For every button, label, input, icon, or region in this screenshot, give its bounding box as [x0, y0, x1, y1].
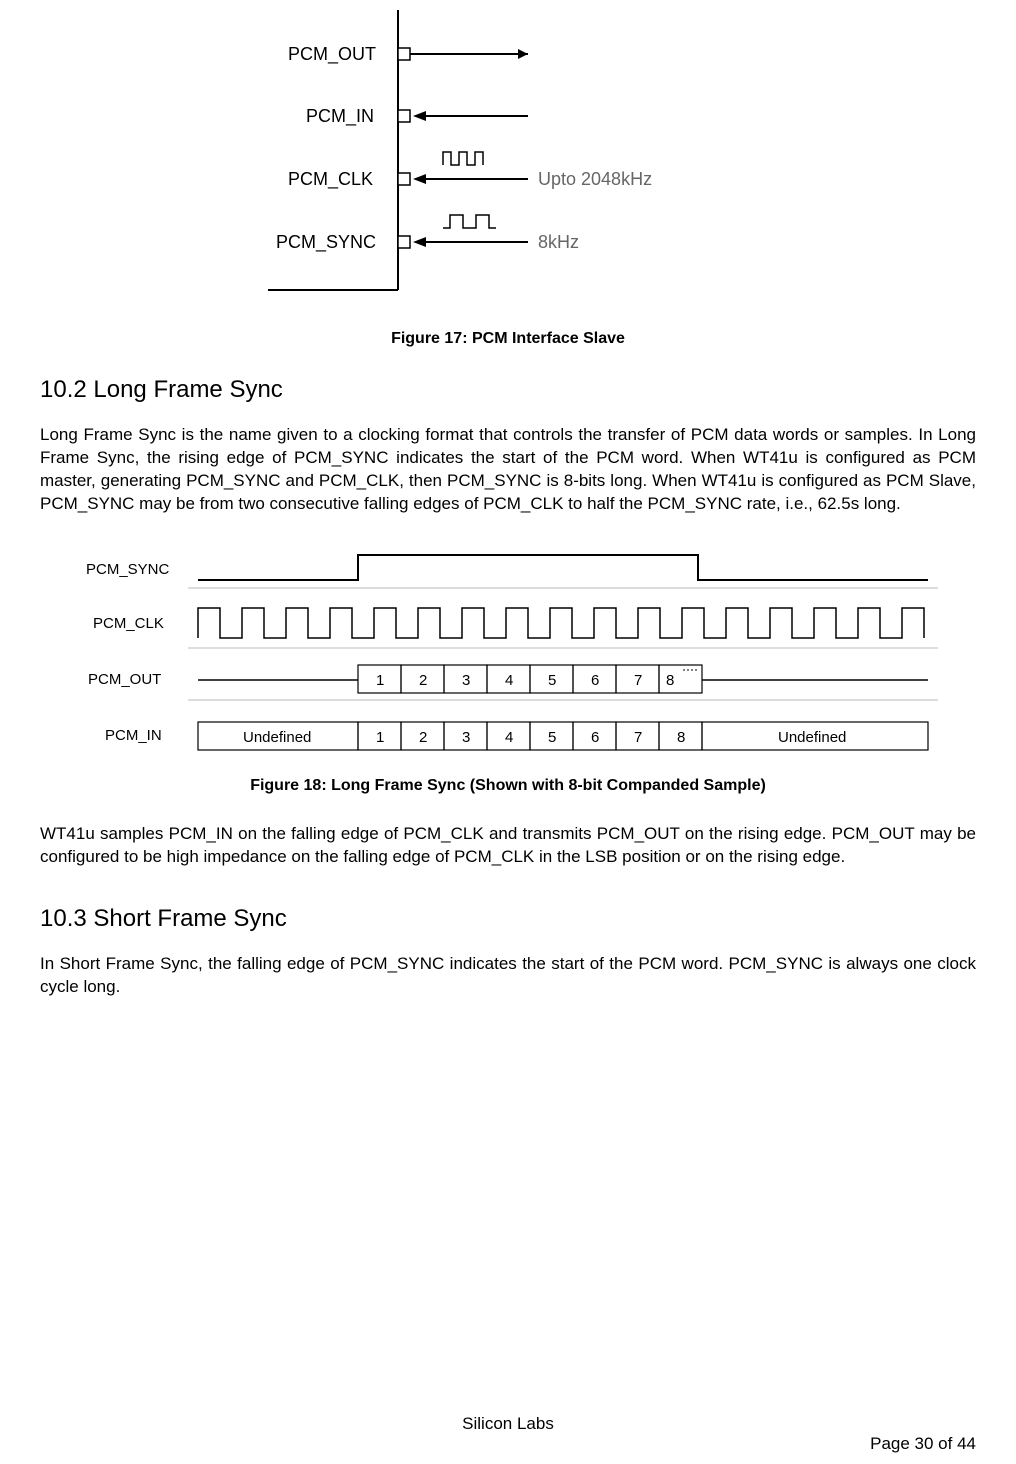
t-pcm-in: PCM_IN: [105, 727, 162, 744]
page-number: Page 30 of 44: [870, 1434, 976, 1454]
pcm-sync-rate: 8kHz: [538, 232, 579, 252]
bit: 6: [591, 672, 599, 689]
section-10-3-heading: 10.3 Short Frame Sync: [40, 905, 976, 933]
section-10-2-paragraph-1: Long Frame Sync is the name given to a c…: [40, 424, 976, 516]
bit: 5: [548, 672, 556, 689]
bit: 3: [462, 729, 470, 746]
bit: 5: [548, 729, 556, 746]
bit: 3: [462, 672, 470, 689]
bit: 4: [505, 729, 513, 746]
bit: 2: [419, 729, 427, 746]
figure-18-caption: Figure 18: Long Frame Sync (Shown with 8…: [40, 777, 976, 795]
pcm-clk-label: PCM_CLK: [288, 169, 373, 190]
footer-company: Silicon Labs: [0, 1414, 1016, 1434]
bit: 8: [666, 672, 674, 689]
bit: 1: [376, 672, 384, 689]
bit: 1: [376, 729, 384, 746]
section-10-3-paragraph-1: In Short Frame Sync, the falling edge of…: [40, 953, 976, 999]
t-pcm-out: PCM_OUT: [88, 671, 161, 688]
figure-17-caption: Figure 17: PCM Interface Slave: [40, 330, 976, 348]
bit: 7: [634, 672, 642, 689]
pcm-clk-rate: Upto 2048kHz: [538, 169, 652, 189]
bit: 2: [419, 672, 427, 689]
bit: 8: [677, 729, 685, 746]
bit: 7: [634, 729, 642, 746]
section-10-2-heading: 10.2 Long Frame Sync: [40, 376, 976, 404]
undefined-label: Undefined: [243, 729, 311, 746]
pcm-out-label: PCM_OUT: [288, 44, 376, 65]
bit: 4: [505, 672, 513, 689]
section-10-2-paragraph-2: WT41u samples PCM_IN on the falling edge…: [40, 823, 976, 869]
t-pcm-clk: PCM_CLK: [93, 615, 164, 632]
figure-18-diagram: PCM_SYNC PCM_CLK PCM_OUT 1 2 3 4 5 6 7 8…: [58, 540, 958, 765]
bit: 6: [591, 729, 599, 746]
figure-17-diagram: PCM_OUT PCM_IN PCM_CLK Upto 2048kHz PCM_…: [228, 10, 788, 315]
pcm-sync-label: PCM_SYNC: [276, 232, 376, 253]
pcm-in-label: PCM_IN: [306, 106, 374, 127]
undefined-label: Undefined: [778, 729, 846, 746]
t-pcm-sync: PCM_SYNC: [86, 561, 170, 578]
